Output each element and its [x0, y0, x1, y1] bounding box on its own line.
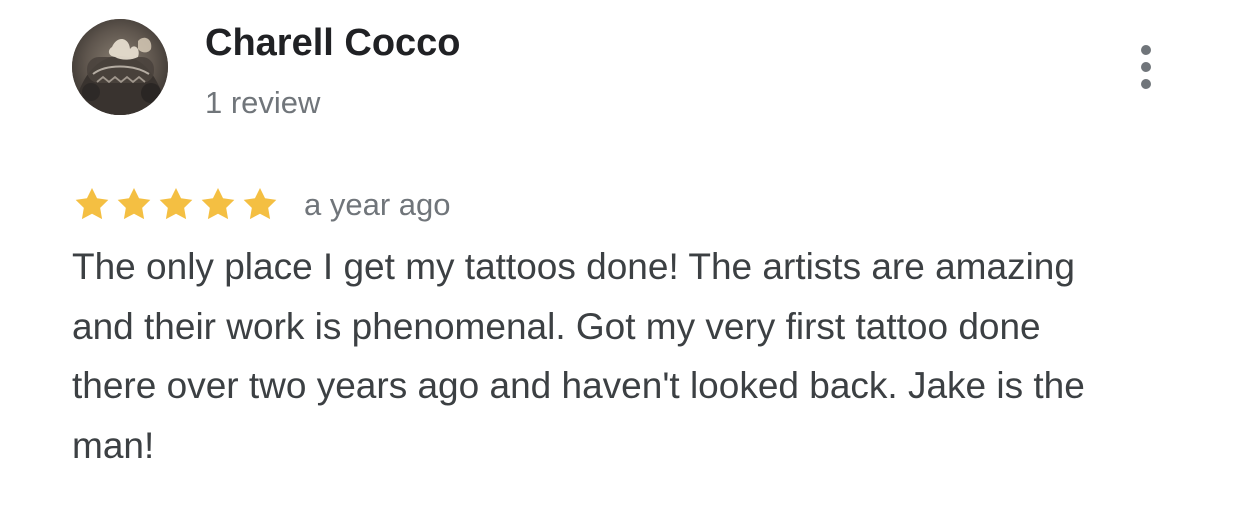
filled-star-icon — [117, 188, 151, 220]
reviewer-review-count[interactable]: 1 review — [205, 84, 320, 122]
review-card: Charell Cocco 1 review a year ago The on… — [0, 0, 1242, 519]
star-rating — [72, 185, 280, 225]
rating-row: a year ago — [72, 183, 451, 227]
reviewer-name[interactable]: Charell Cocco — [205, 20, 461, 66]
review-time: a year ago — [304, 187, 451, 222]
more-vert-icon — [1141, 45, 1151, 89]
more-options-button[interactable] — [1124, 42, 1168, 92]
filled-star-icon — [243, 188, 277, 220]
filled-star-icon — [75, 188, 109, 220]
reviewer-avatar[interactable] — [72, 19, 168, 115]
filled-star-icon — [159, 188, 193, 220]
filled-star-icon — [201, 188, 235, 220]
review-text: The only place I get my tattoos done! Th… — [72, 246, 1085, 466]
